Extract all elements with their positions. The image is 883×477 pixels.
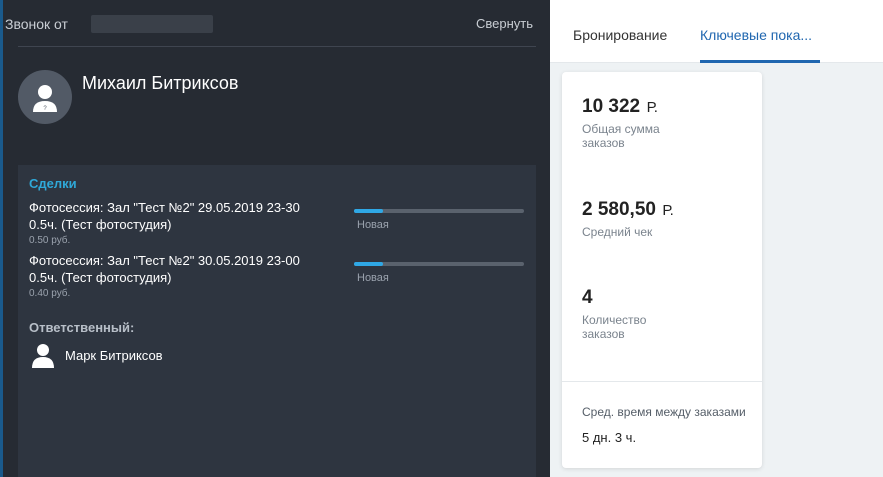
deal-price: 0.50 руб. xyxy=(29,235,71,246)
contact-card: ? Михаил Битриксов xyxy=(18,70,538,126)
call-panel: Звонок от Свернуть ? Михаил Битриксов Сд… xyxy=(0,0,550,477)
caller-number-redacted xyxy=(91,15,213,33)
responsible-title: Ответственный: xyxy=(29,320,135,335)
tab-bar: Бронирование Ключевые пока... xyxy=(550,0,883,63)
deal-progress-bar xyxy=(354,209,524,213)
deal-stage: Новая xyxy=(357,272,389,284)
deal-stage: Новая xyxy=(357,219,389,231)
left-edge-strip xyxy=(0,0,3,477)
active-tab-indicator xyxy=(700,60,820,63)
kpi-avg-time-value: 5 дн. 3 ч. xyxy=(582,430,637,445)
kpi-average-label: Средний чек xyxy=(582,225,653,239)
responsible-person[interactable]: Марк Битриксов xyxy=(29,340,329,370)
kpi-average-unit: Р. xyxy=(662,202,674,219)
kpi-total-unit: Р. xyxy=(646,99,658,116)
contact-name[interactable]: Михаил Битриксов xyxy=(82,73,238,94)
kpi-total-label: Общая сумма заказов xyxy=(582,122,660,150)
deals-section: Сделки Фотосессия: Зал "Тест №2" 29.05.2… xyxy=(18,165,536,477)
kpi-divider xyxy=(562,381,762,382)
kpi-average: 2 580,50 Р. Средний чек xyxy=(582,199,674,239)
tab-kpi[interactable]: Ключевые пока... xyxy=(700,27,812,43)
deal-name[interactable]: Фотосессия: Зал "Тест №2" 29.05.2019 23-… xyxy=(29,199,329,233)
deal-progress-fill xyxy=(354,209,383,213)
kpi-average-value: 2 580,50 xyxy=(582,199,656,220)
deal-progress-bar xyxy=(354,262,524,266)
deal-name[interactable]: Фотосессия: Зал "Тест №2" 30.05.2019 23-… xyxy=(29,252,329,286)
deals-title: Сделки xyxy=(29,176,77,191)
kpi-total-value: 10 322 xyxy=(582,96,641,117)
responsible-name[interactable]: Марк Битриксов xyxy=(65,348,163,363)
kpi-total: 10 322 Р. Общая сумма заказов xyxy=(582,96,692,150)
header-divider xyxy=(18,46,536,47)
collapse-button[interactable]: Свернуть xyxy=(476,16,533,31)
user-placeholder-icon: ? xyxy=(33,85,57,112)
kpi-count: 4 Количество заказов xyxy=(582,287,672,341)
call-title: Звонок от xyxy=(5,16,68,32)
avatar[interactable]: ? xyxy=(18,70,72,124)
user-icon xyxy=(32,344,54,368)
deal-progress-fill xyxy=(354,262,383,266)
call-header: Звонок от Свернуть xyxy=(3,0,550,47)
tab-booking[interactable]: Бронирование xyxy=(573,27,667,43)
kpi-card: 10 322 Р. Общая сумма заказов 2 580,50 Р… xyxy=(562,72,762,468)
kpi-count-value: 4 xyxy=(582,287,593,308)
kpi-avg-time-label: Сред. время между заказами xyxy=(582,405,746,419)
kpi-count-label: Количество заказов xyxy=(582,313,647,341)
deal-price: 0.40 руб. xyxy=(29,288,71,299)
